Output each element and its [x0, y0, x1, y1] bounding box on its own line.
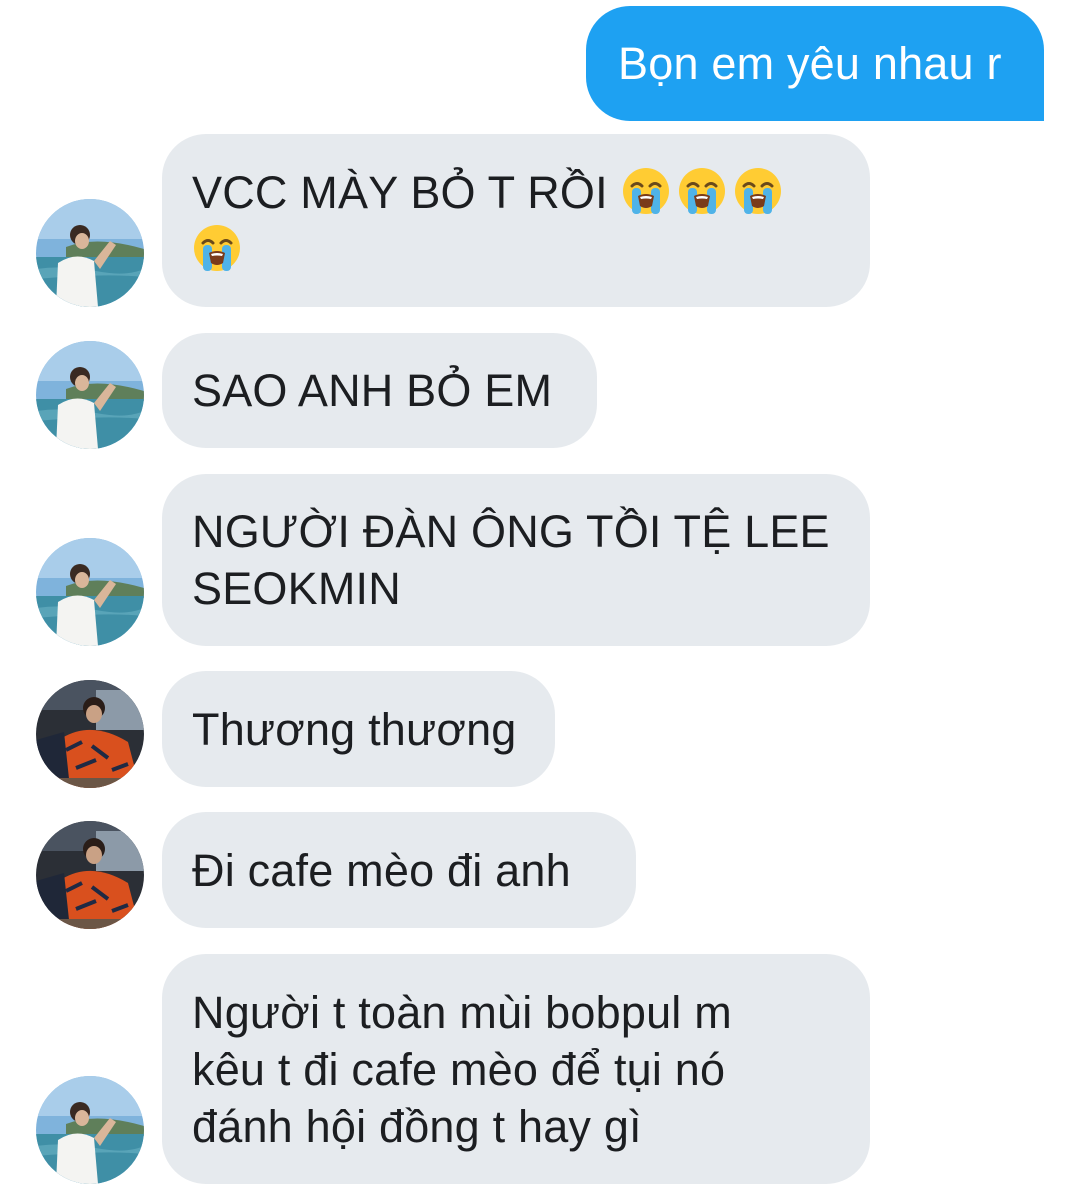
loudly-crying-face-emoji: [678, 167, 725, 214]
message-text: Đi cafe mèo đi anh: [192, 844, 571, 896]
message-text: Bọn em yêu nhau r: [618, 38, 1002, 89]
message-text: Người t toàn mùi bobpul m kêu t đi cafe …: [192, 986, 732, 1152]
loudly-crying-face-emoji: [194, 224, 240, 271]
message-text: SAO ANH BỎ EM: [192, 365, 553, 416]
avatar-orange-shirt-photo[interactable]: [36, 821, 144, 929]
message-text: VCC MÀY BỎ T RỒI: [192, 166, 608, 218]
avatar-sea-photo[interactable]: [36, 199, 144, 307]
message-text: NGƯỜI ĐÀN ÔNG TỒI TỆ LEE SEOKMIN: [192, 506, 830, 614]
avatar-orange-shirt-photo[interactable]: [36, 680, 144, 788]
loudly-crying-face-emoji: [734, 167, 781, 214]
incoming-message-bubble[interactable]: Thương thương: [162, 671, 555, 787]
avatar-sea-photo[interactable]: [36, 538, 144, 646]
incoming-message-bubble[interactable]: VCC MÀY BỎ T RỒI: [162, 134, 870, 307]
avatar-sea-photo[interactable]: [36, 1076, 144, 1184]
incoming-message-bubble[interactable]: NGƯỜI ĐÀN ÔNG TỒI TỆ LEE SEOKMIN: [162, 474, 870, 646]
loudly-crying-face-emoji: [622, 167, 669, 214]
message-text: Thương thương: [192, 703, 517, 755]
avatar-sea-photo[interactable]: [36, 341, 144, 449]
incoming-message-bubble[interactable]: Người t toàn mùi bobpul m kêu t đi cafe …: [162, 954, 870, 1184]
incoming-message-bubble[interactable]: Đi cafe mèo đi anh: [162, 812, 636, 928]
outgoing-message-bubble[interactable]: Bọn em yêu nhau r: [586, 6, 1044, 121]
incoming-message-bubble[interactable]: SAO ANH BỎ EM: [162, 333, 597, 448]
